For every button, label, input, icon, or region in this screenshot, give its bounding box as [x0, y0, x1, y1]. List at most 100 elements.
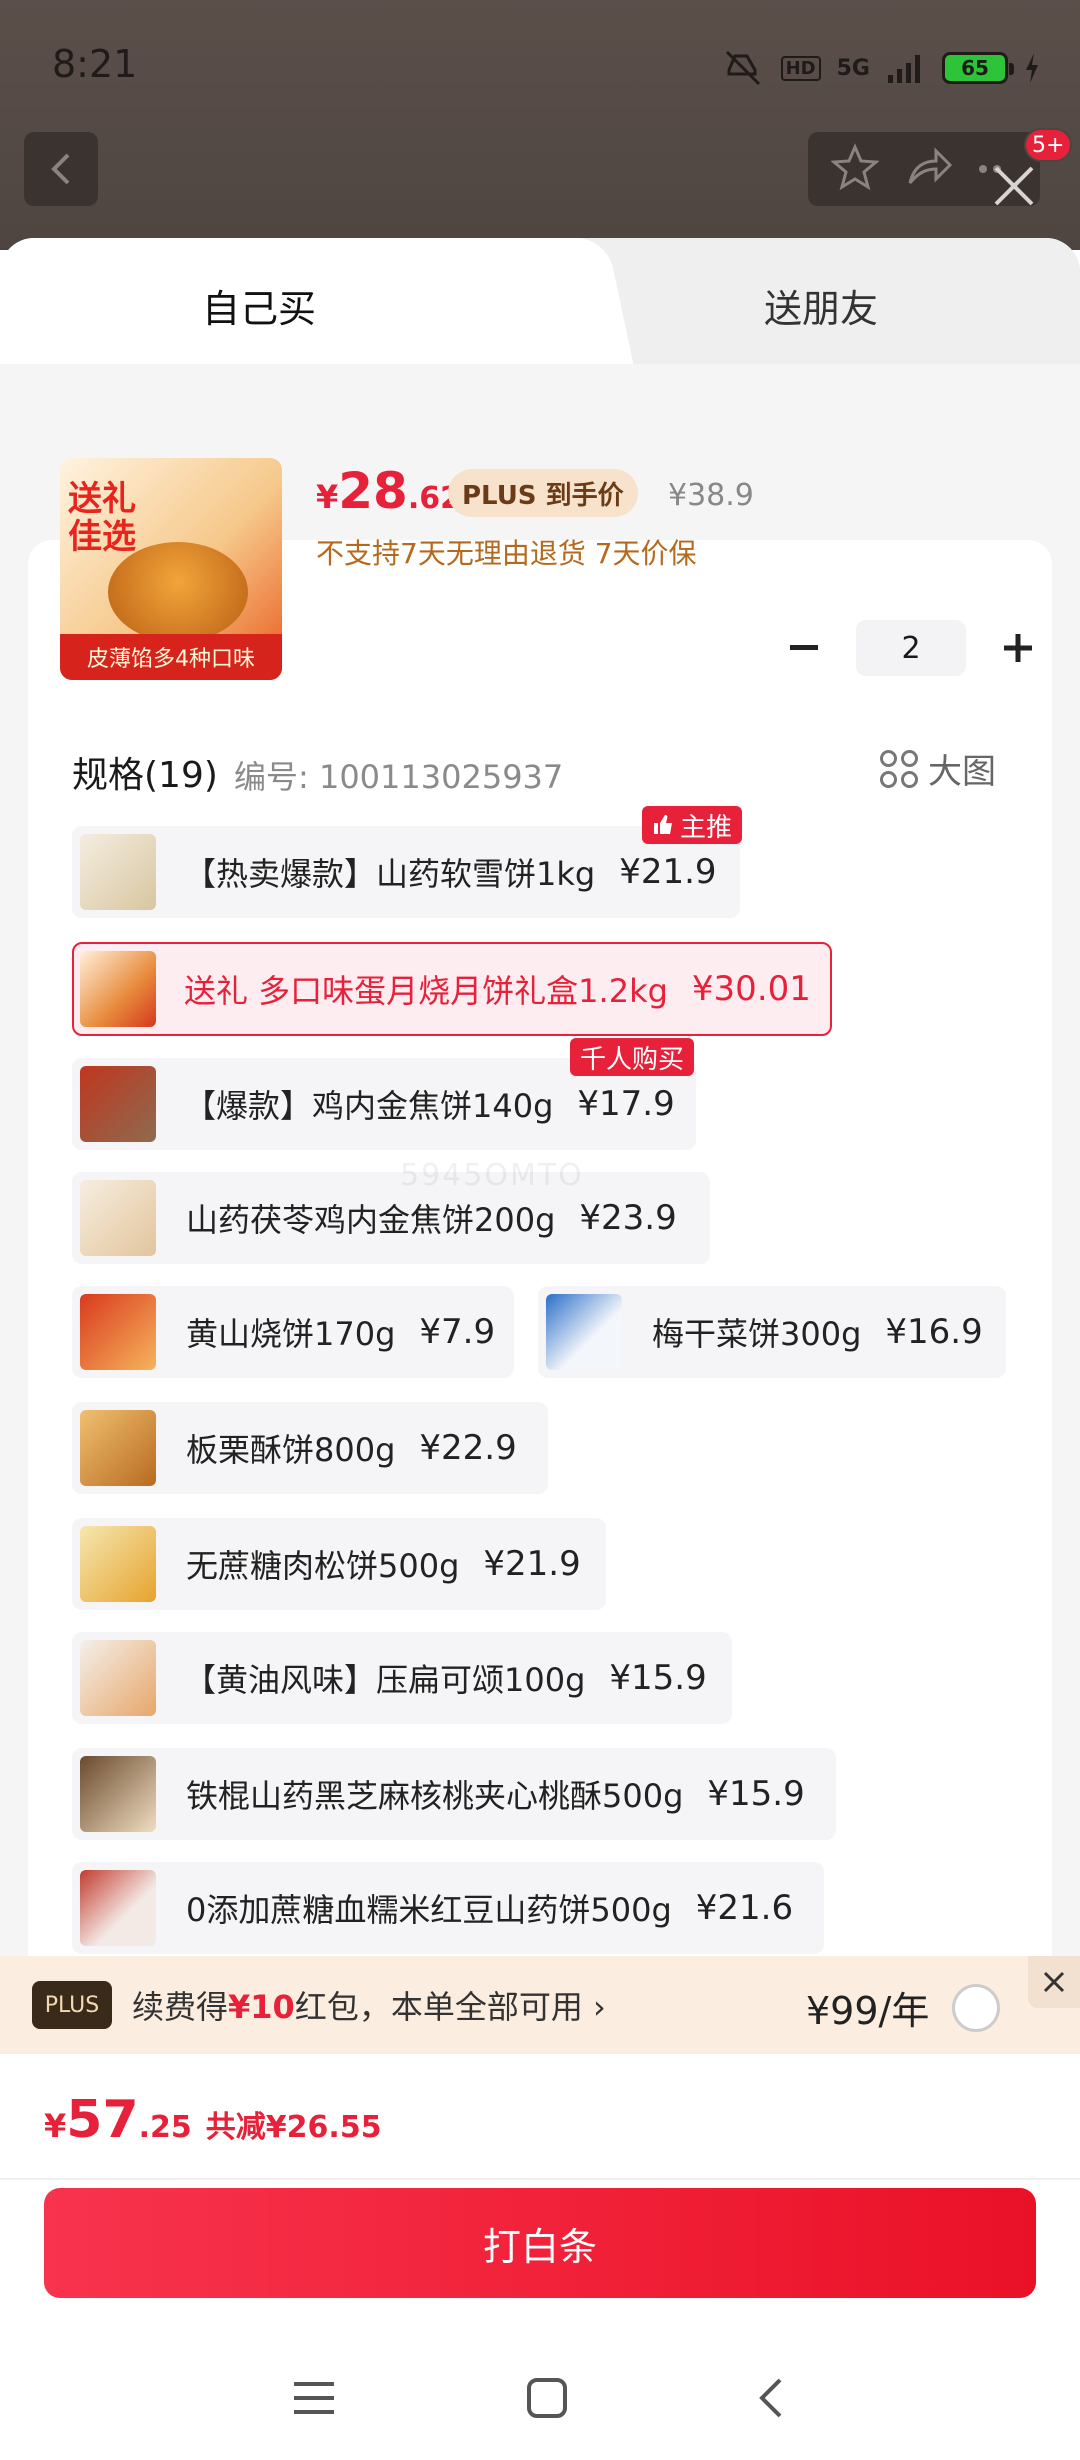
spec-option-price: ¥21.6 — [695, 1888, 794, 1928]
spec-option-name: 梅干菜饼300g — [652, 1315, 862, 1353]
popular-tag: 千人购买 — [570, 1038, 695, 1076]
recommended-tag-label: 主推 — [680, 812, 733, 843]
watermark: 5945OMTO — [400, 1158, 584, 1193]
decrease-quantity-button[interactable] — [780, 624, 828, 672]
status-icons: HD 5G 65 — [721, 48, 1040, 88]
spec-option-thumb — [80, 1066, 156, 1142]
menu-icon[interactable] — [293, 2378, 338, 2422]
spec-option[interactable]: 梅干菜饼300g ¥16.9 — [538, 1286, 1006, 1378]
product-price: ¥ 28 .62 — [316, 462, 461, 520]
spec-number: 编号: 100113025937 — [234, 758, 564, 796]
spec-option-price: ¥15.9 — [707, 1774, 805, 1814]
network-label: 5G — [836, 55, 870, 81]
spec-option-thumb — [80, 1870, 156, 1946]
quantity-input[interactable]: 2 — [856, 620, 966, 676]
quantity-stepper: 2 — [780, 620, 1042, 676]
spec-option-name: 【黄油风味】压扁可颂100g — [184, 1661, 586, 1699]
pay-with-baitiao-button[interactable]: 打白条 — [44, 2188, 1036, 2298]
product-image[interactable]: 送礼佳选 皮薄馅多4种口味 — [60, 458, 282, 680]
signal-icon — [886, 53, 926, 83]
thumbs-up-icon — [654, 815, 672, 834]
spec-option-thumb — [80, 1294, 156, 1370]
spec-option-price: ¥17.9 — [577, 1084, 675, 1124]
spec-option-thumb — [80, 1180, 156, 1256]
spec-option-price: ¥22.9 — [419, 1428, 517, 1468]
chevron-left-icon — [51, 153, 70, 185]
plus-text-a: 续费得 — [132, 1988, 229, 2026]
spec-option-name: 无蔗糖肉松饼500g — [186, 1547, 460, 1585]
tab-gift-to-friend[interactable]: 送朋友 — [764, 278, 878, 333]
plus-text-highlight: ¥10 — [228, 1988, 295, 2026]
spec-option-thumb — [546, 1294, 622, 1370]
big-image-toggle[interactable]: 大图 — [880, 744, 996, 793]
total-savings: 共减¥26.55 — [205, 2110, 382, 2145]
big-image-label: 大图 — [928, 752, 996, 792]
status-bar: 8:21 HD 5G 65 — [0, 0, 1080, 130]
minus-icon — [790, 645, 818, 650]
back-nav-icon[interactable] — [756, 2376, 786, 2424]
hd-icon: HD — [780, 55, 821, 81]
divider — [0, 2178, 1080, 2180]
spec-option[interactable]: 0添加蔗糖血糯米红豆山药饼500g ¥21.6 — [72, 1862, 824, 1954]
back-button[interactable] — [24, 132, 98, 206]
message-badge: 5+ — [1024, 128, 1073, 162]
battery-icon: 65 — [942, 52, 1014, 84]
spec-option[interactable]: 【热卖爆款】山药软雪饼1kg ¥21.9 — [72, 826, 740, 918]
tab-buy-for-self[interactable]: 自己买 — [202, 278, 316, 333]
spec-option-thumb — [80, 1756, 156, 1832]
favorite-star-icon[interactable] — [829, 143, 880, 195]
spec-option[interactable]: 黄山烧饼170g ¥7.9 — [72, 1286, 514, 1378]
plus-opt-in-radio[interactable] — [952, 1984, 1000, 2032]
price-integer: 28 — [338, 462, 408, 520]
plus-annual-price: ¥99/年 — [806, 1989, 930, 2033]
spec-option-thumb — [80, 1526, 156, 1602]
return-policy-note: 不支持7天无理由退货 7天价保 — [316, 537, 697, 570]
plus-text-b: 红包，本单全部可用 › — [294, 1988, 606, 2026]
total-integer: 57 — [66, 2090, 139, 2150]
spec-option-name: 送礼 多口味蛋月烧月饼礼盒1.2kg — [184, 972, 668, 1010]
total-price: ¥ 57 .25 共减¥26.55 — [44, 2090, 382, 2150]
product-image-ribbon: 皮薄馅多4种口味 — [60, 634, 282, 680]
price-currency: ¥ — [316, 478, 339, 516]
spec-option-price: ¥7.9 — [419, 1312, 496, 1352]
spec-option-selected[interactable]: 送礼 多口味蛋月烧月饼礼盒1.2kg ¥30.01 — [72, 942, 832, 1036]
spec-option-price: ¥21.9 — [483, 1544, 581, 1584]
spec-option-thumb — [80, 1640, 156, 1716]
recommended-tag: 主推 — [642, 806, 743, 844]
spec-title: 规格(19) — [72, 755, 218, 796]
grid-view-icon — [880, 749, 918, 788]
plus-promo-bar[interactable]: PLUS 续费得¥10红包，本单全部可用 › ¥99/年 — [0, 1956, 1080, 2054]
mute-icon — [721, 48, 765, 88]
status-time: 8:21 — [52, 42, 138, 86]
plus-logo: PLUS — [32, 1981, 112, 2029]
total-currency: ¥ — [44, 2107, 67, 2145]
spec-option-name: 【热卖爆款】山药软雪饼1kg — [184, 855, 596, 893]
charging-icon — [1024, 53, 1040, 83]
spec-option[interactable]: 铁棍山药黑芝麻核桃夹心桃酥500g ¥15.9 — [72, 1748, 836, 1840]
spec-option[interactable]: 板栗酥饼800g ¥22.9 — [72, 1402, 548, 1494]
share-icon[interactable] — [904, 143, 953, 195]
spec-option[interactable]: 山药茯苓鸡内金焦饼200g ¥23.9 — [72, 1172, 710, 1264]
spec-option-price: ¥16.9 — [885, 1312, 983, 1352]
spec-option-thumb — [80, 834, 156, 910]
close-sheet-button[interactable] — [986, 158, 1042, 214]
plus-bar-close-button[interactable] — [1028, 1956, 1080, 2008]
spec-option-name: 0添加蔗糖血糯米红豆山药饼500g — [186, 1891, 672, 1929]
increase-quantity-button[interactable] — [994, 624, 1042, 672]
popular-tag-label: 千人购买 — [580, 1044, 685, 1075]
spec-option[interactable]: 【黄油风味】压扁可颂100g ¥15.9 — [72, 1632, 732, 1724]
spec-option-price: ¥21.9 — [619, 852, 717, 892]
product-image-title: 送礼佳选 — [68, 479, 136, 557]
spec-option-thumb — [80, 1410, 156, 1486]
spec-option[interactable]: 无蔗糖肉松饼500g ¥21.9 — [72, 1518, 606, 1610]
spec-option-name: 黄山烧饼170g — [186, 1315, 396, 1353]
spec-option-name: 【爆款】鸡内金焦饼140g — [184, 1087, 554, 1125]
system-nav-bar — [0, 2340, 1080, 2460]
plus-icon — [1004, 634, 1032, 662]
close-icon — [1043, 1971, 1065, 1993]
home-icon[interactable] — [525, 2376, 569, 2424]
spec-option-name: 山药茯苓鸡内金焦饼200g — [186, 1201, 556, 1239]
close-icon — [994, 166, 1034, 206]
total-decimal: .25 — [138, 2110, 192, 2145]
spec-option-price: ¥23.9 — [579, 1198, 677, 1238]
